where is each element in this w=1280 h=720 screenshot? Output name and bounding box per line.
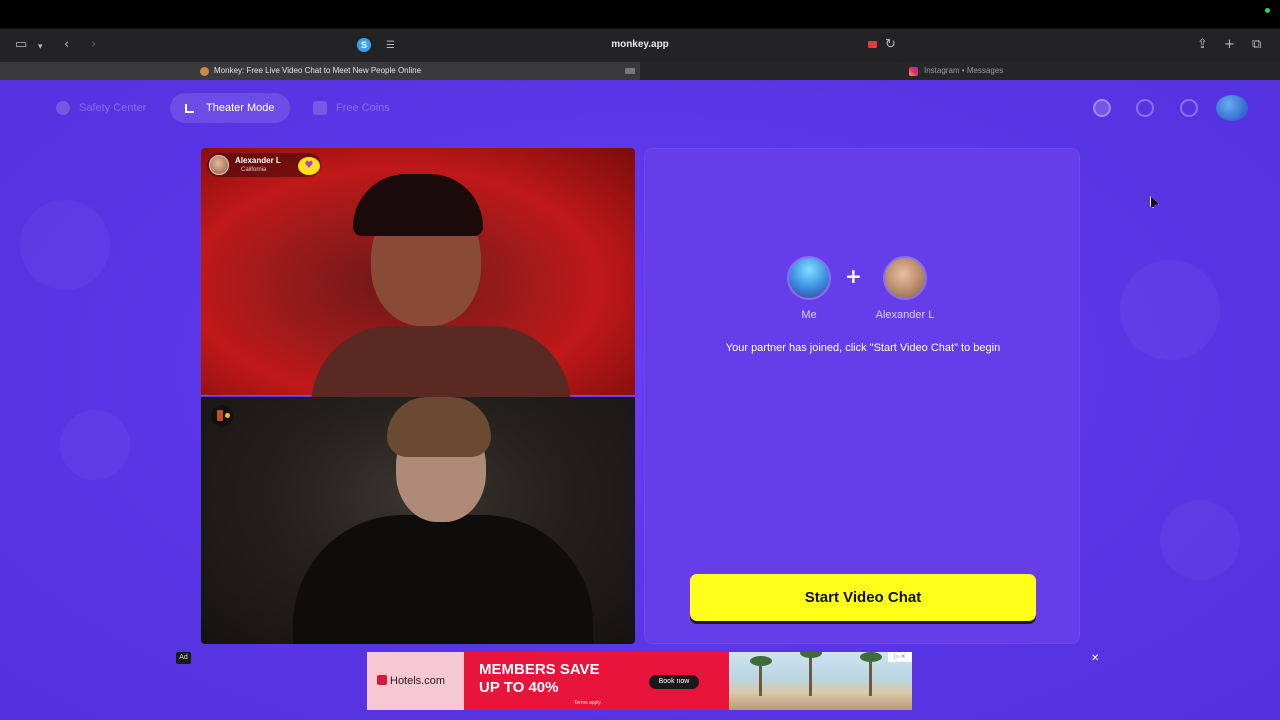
partner-name: Alexander L bbox=[235, 156, 281, 165]
shield-icon bbox=[56, 101, 70, 115]
expand-icon bbox=[185, 104, 194, 113]
back-icon[interactable]: ‹ bbox=[64, 37, 69, 53]
background-bubble bbox=[1120, 260, 1220, 360]
address-bar[interactable]: ☰ monkey.app bbox=[378, 35, 902, 57]
sidebar-toggle-icon[interactable]: ▭ bbox=[15, 37, 27, 53]
share-icon[interactable]: ⇪ bbox=[1197, 37, 1208, 53]
ad-brand-text: Hotels.com bbox=[390, 675, 446, 687]
partner-body bbox=[311, 326, 571, 406]
tab-title: Monkey: Free Live Video Chat to Meet New… bbox=[214, 66, 422, 75]
ad-banner[interactable]: Hotels.com MEMBERS SAVE UP TO 40% Terms … bbox=[367, 652, 912, 710]
tab-title: Instagram • Messages bbox=[924, 66, 1004, 75]
ad-terms: Terms apply bbox=[574, 700, 601, 706]
mouse-cursor-icon bbox=[1150, 196, 1159, 208]
camera-indicator-dot bbox=[1265, 8, 1270, 13]
tab-instagram[interactable]: Instagram • Messages bbox=[640, 62, 1280, 80]
start-video-chat-button[interactable]: Start Video Chat bbox=[690, 574, 1036, 621]
tab-camera-icon bbox=[625, 68, 635, 74]
palm-tree bbox=[800, 652, 822, 696]
tab-monkey[interactable]: Monkey: Free Live Video Chat to Meet New… bbox=[0, 62, 640, 80]
forward-icon[interactable]: › bbox=[91, 37, 96, 53]
background-bubble bbox=[1160, 500, 1240, 580]
partner-cap bbox=[353, 174, 483, 236]
my-avatar[interactable] bbox=[1216, 95, 1248, 121]
messages-icon[interactable] bbox=[1180, 99, 1198, 117]
me-label: Me bbox=[801, 309, 817, 321]
background-bubble bbox=[20, 200, 110, 290]
theater-mode-label: Theater Mode bbox=[206, 102, 275, 114]
tab-bar: Monkey: Free Live Video Chat to Meet New… bbox=[0, 62, 1280, 80]
partner-label: Alexander L bbox=[875, 309, 935, 321]
palm-tree bbox=[750, 656, 772, 696]
history-clock-icon[interactable] bbox=[1136, 99, 1154, 117]
system-menu-bar bbox=[0, 0, 1280, 28]
theater-mode-button[interactable]: Theater Mode bbox=[170, 93, 290, 123]
profile-icon[interactable] bbox=[1093, 99, 1111, 117]
hotels-logo-icon bbox=[377, 675, 387, 685]
monkey-app: Safety Center Theater Mode Free Coins Al… bbox=[0, 80, 1280, 720]
camera-in-use-icon[interactable] bbox=[868, 41, 877, 48]
tab-overview-icon[interactable]: ⧉ bbox=[1252, 37, 1261, 53]
video-column: Alexander L California ♥ bbox=[201, 148, 635, 644]
free-coins-button[interactable]: Free Coins bbox=[300, 93, 400, 123]
ad-beach-image bbox=[729, 652, 912, 710]
instagram-favicon-icon bbox=[909, 67, 918, 76]
chevron-down-icon[interactable]: ▾ bbox=[38, 39, 43, 55]
partner-video: Alexander L California ♥ bbox=[201, 148, 635, 406]
coins-icon bbox=[313, 101, 327, 115]
gift-icon[interactable] bbox=[211, 405, 233, 427]
ad-label: Ad bbox=[176, 652, 191, 664]
self-body bbox=[293, 515, 593, 644]
ad-brand-panel: Hotels.com bbox=[367, 652, 464, 710]
safety-center-button[interactable]: Safety Center bbox=[43, 93, 155, 123]
new-tab-icon[interactable]: + bbox=[1224, 37, 1235, 53]
plus-icon: + bbox=[845, 264, 862, 288]
partner-avatar bbox=[209, 155, 229, 175]
free-coins-label: Free Coins bbox=[336, 102, 390, 114]
me-avatar bbox=[787, 256, 831, 300]
url-text: monkey.app bbox=[611, 39, 669, 50]
ad-headline-line1: MEMBERS SAVE bbox=[479, 661, 600, 678]
extension-s-icon[interactable]: S bbox=[357, 38, 371, 52]
partner-joined-message: Your partner has joined, click "Start Vi… bbox=[725, 342, 1001, 354]
match-panel: + Me Alexander L Your partner has joined… bbox=[644, 148, 1080, 644]
ad-close-icon[interactable]: ✕ bbox=[1091, 654, 1101, 664]
safety-center-label: Safety Center bbox=[79, 102, 147, 114]
background-bubble bbox=[60, 410, 130, 480]
self-hair bbox=[387, 397, 491, 457]
reload-icon[interactable]: ↻ bbox=[885, 37, 896, 53]
ad-book-now-button[interactable]: Book now bbox=[649, 675, 699, 689]
partner-location: California bbox=[241, 167, 267, 173]
palm-tree bbox=[860, 652, 882, 696]
self-video bbox=[201, 397, 635, 644]
browser-toolbar: ▭ ▾ ‹ › S ☰ monkey.app ↻ ⇪ + ⧉ bbox=[0, 28, 1280, 62]
ad-brand: Hotels.com bbox=[377, 675, 445, 687]
monkey-favicon-icon bbox=[200, 67, 209, 76]
partner-panel-avatar bbox=[883, 256, 927, 300]
ad-headline-line2: UP TO 40% bbox=[479, 679, 559, 696]
ad-choices-icon[interactable]: ▷ ✕ bbox=[888, 652, 912, 662]
heart-icon[interactable]: ♥ bbox=[298, 157, 320, 175]
